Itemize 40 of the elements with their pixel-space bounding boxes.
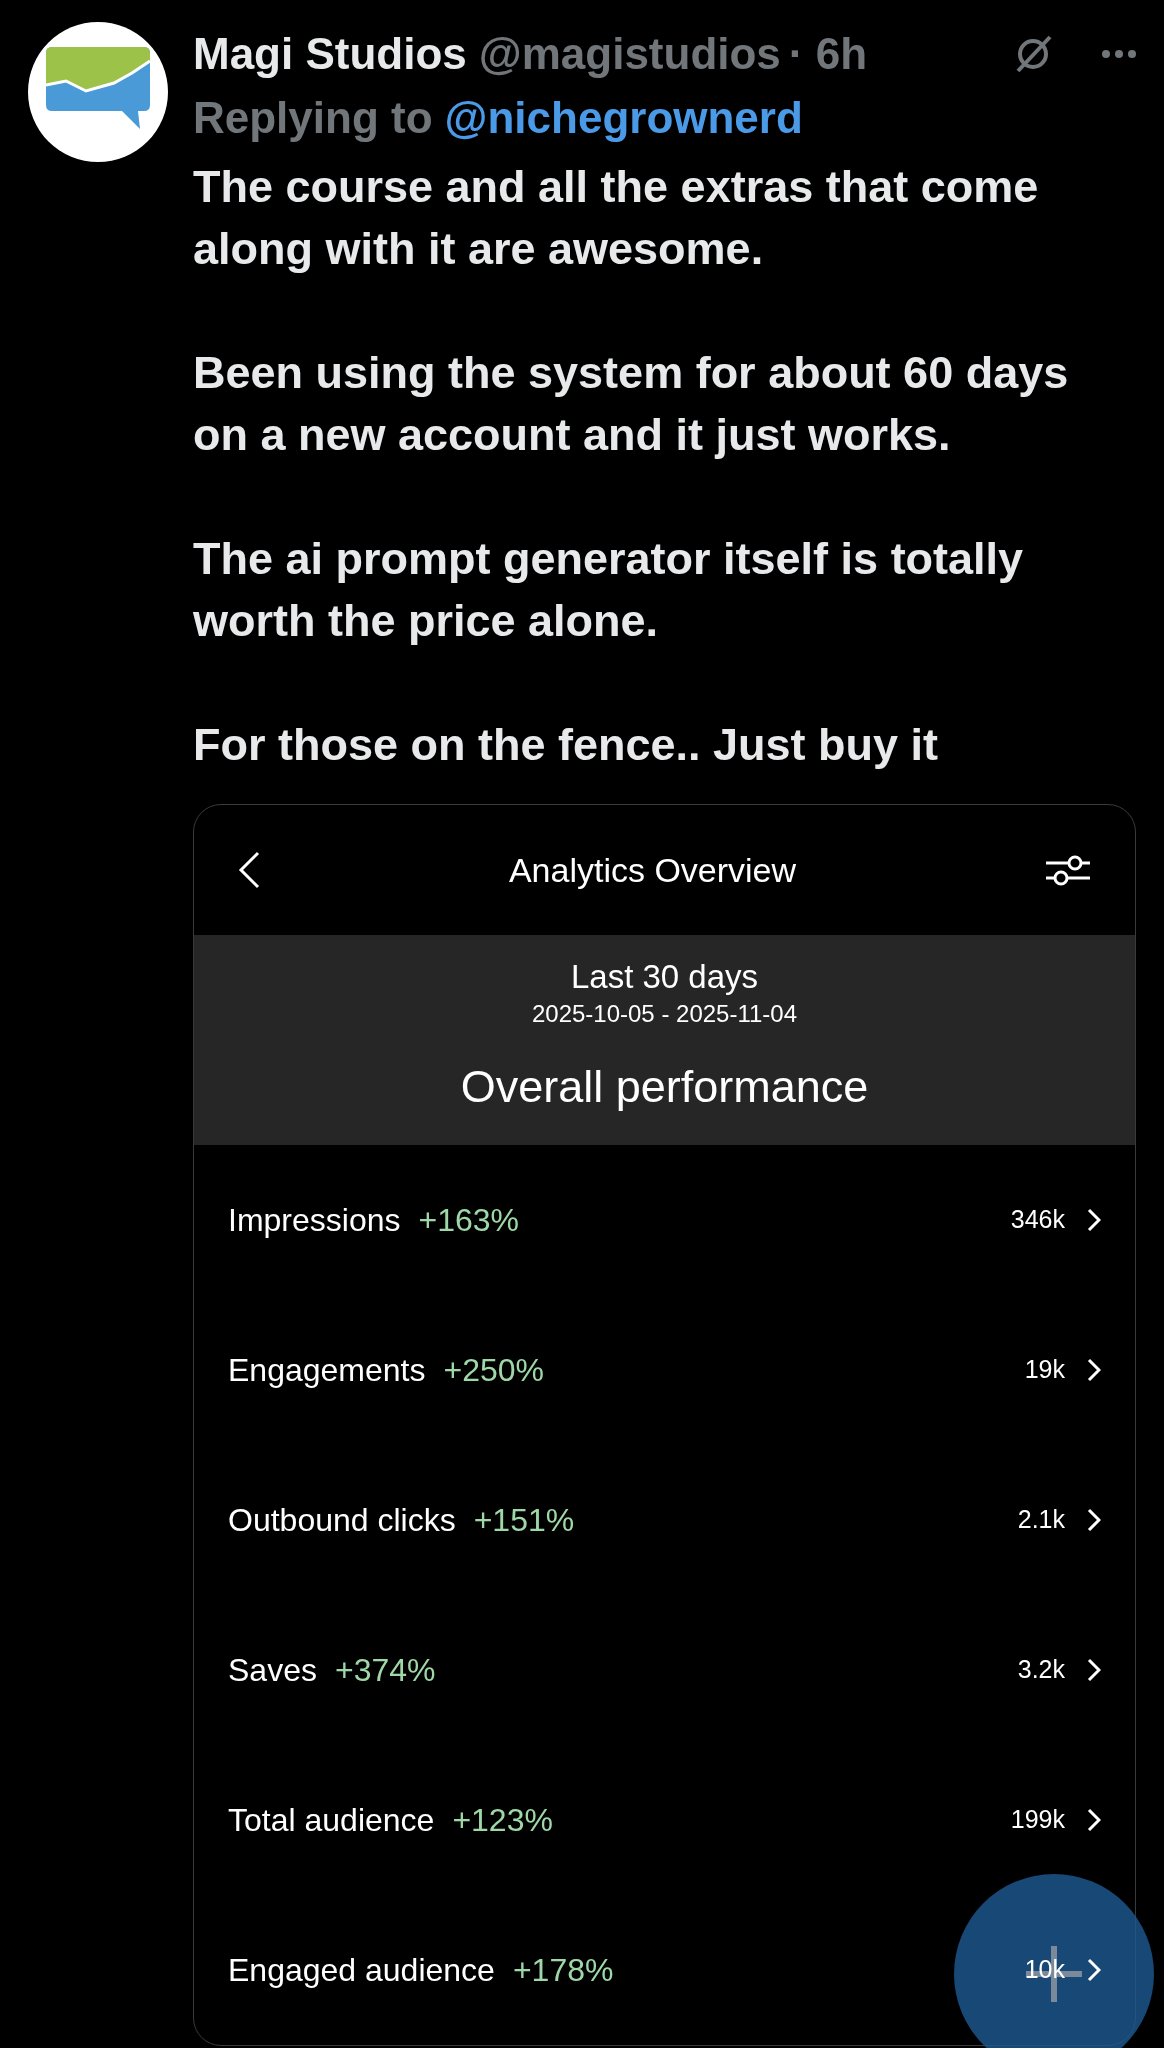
back-icon[interactable] — [238, 851, 260, 889]
replying-label: Replying to — [193, 92, 433, 144]
metric-label: Total audience — [228, 1801, 435, 1840]
metric-change: +163% — [418, 1201, 520, 1240]
post-text: The course and all the extras that come along with it are awesome. — [193, 160, 1040, 276]
embedded-screenshot[interactable] — [193, 804, 1136, 2046]
metric-value: 19k — [1024, 1354, 1065, 1386]
metric-change: +123% — [452, 1801, 553, 1840]
mention-link[interactable]: @nichegrownerd — [444, 85, 803, 151]
chevron-right-icon — [1087, 1358, 1101, 1382]
metric-value: 346k — [1010, 1204, 1065, 1236]
period-label: Last 30 days — [570, 957, 759, 997]
metric-value: 199k — [1010, 1804, 1065, 1836]
metric-change: +250% — [443, 1351, 544, 1390]
post-time: · 6h — [788, 28, 868, 80]
chevron-right-icon — [1087, 1508, 1101, 1532]
section-heading: Overall performance — [460, 1060, 869, 1114]
post-text: For those on the fence.. Just buy it — [193, 718, 940, 772]
post-text: The ai prompt generator itself is totally worth the price alone. — [193, 532, 1025, 648]
more-icon[interactable] — [1102, 49, 1136, 59]
post-text: Been using the system for about 60 days on a new account and it just works. — [193, 346, 1070, 462]
metric-value: 3.2k — [1017, 1654, 1065, 1686]
metric-change: +178% — [512, 1951, 614, 1990]
metric-label: Outbound clicks — [228, 1501, 456, 1540]
chevron-right-icon — [1087, 1658, 1101, 1682]
metric-change: +374% — [334, 1651, 436, 1690]
metric-label: Engaged audience — [228, 1951, 495, 1990]
metric-label: Saves — [228, 1651, 317, 1690]
sliders-icon[interactable] — [1045, 853, 1091, 887]
chevron-right-icon — [1087, 1958, 1101, 1982]
author-name[interactable]: Magi Studios — [193, 21, 467, 87]
metric-change: +151% — [473, 1501, 575, 1540]
screen-title: Analytics Overview — [507, 849, 798, 891]
metric-value: 2.1k — [1017, 1504, 1065, 1536]
date-range: 2025-10-05 - 2025-11-04 — [531, 999, 798, 1029]
chevron-right-icon — [1087, 1208, 1101, 1232]
metric-label: Impressions — [228, 1201, 401, 1240]
author-handle[interactable]: @magistudios — [478, 21, 781, 87]
chevron-right-icon — [1087, 1808, 1101, 1832]
metric-label: Engagements — [228, 1351, 426, 1390]
